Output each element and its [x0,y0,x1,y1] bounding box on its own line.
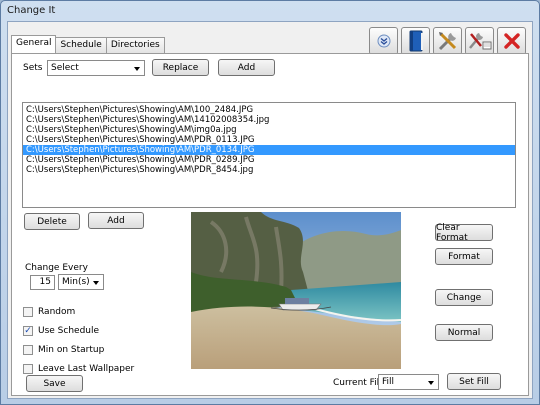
general-panel: Sets Select Replace Add C:\Users\Stephen… [11,53,529,396]
save-button[interactable]: Save [26,375,83,392]
list-item[interactable]: C:\Users\Stephen\Pictures\Showing\AM\PDR… [23,135,515,145]
chevron-down-icon [428,381,434,385]
change-every-label: Change Every [25,263,88,273]
wallpaper-preview [191,212,401,369]
tab-schedule[interactable]: Schedule [55,37,107,53]
settings-tools-button[interactable] [433,27,462,55]
chevron-down-icon [93,281,99,285]
leave-last-wallpaper-checkbox[interactable]: Leave Last Wallpaper [23,364,134,374]
interval-input[interactable]: 15 [30,275,55,290]
list-item[interactable]: C:\Users\Stephen\Pictures\Showing\AM\PDR… [23,155,515,165]
checkbox-box [23,345,33,355]
replace-button[interactable]: Replace [152,59,209,76]
leave-last-wallpaper-label: Leave Last Wallpaper [38,364,135,374]
checkbox-box-checked: ✓ [23,326,33,336]
close-icon [503,33,520,49]
min-on-startup-checkbox[interactable]: Min on Startup [23,345,104,355]
change-button[interactable]: Change [435,289,493,306]
use-schedule-checkbox[interactable]: ✓ Use Schedule [23,326,99,336]
fill-dropdown-value: Fill [382,377,395,387]
format-button[interactable]: Format [435,248,493,265]
interval-unit-value: Min(s) [62,277,90,287]
list-item[interactable]: C:\Users\Stephen\Pictures\Showing\AM\100… [23,105,515,115]
close-button[interactable] [497,27,526,55]
wrench-screwdriver-icon [468,33,491,50]
tab-directories[interactable]: Directories [105,37,165,53]
sets-dropdown-value: Select [51,63,79,73]
list-add-button[interactable]: Add [88,212,144,229]
sets-label: Sets [23,63,43,73]
sets-add-button[interactable]: Add [218,59,275,76]
list-item[interactable]: C:\Users\Stephen\Pictures\Showing\AM\PDR… [23,165,515,175]
current-fill-label: Current Fill [333,378,382,388]
interval-unit-dropdown[interactable]: Min(s) [58,274,104,290]
delete-button[interactable]: Delete [24,213,80,230]
list-item[interactable]: C:\Users\Stephen\Pictures\Showing\AM\img… [23,125,515,135]
client-area: General Schedule Directories Sets Select… [7,21,533,399]
list-item-selected[interactable]: C:\Users\Stephen\Pictures\Showing\AM\PDR… [23,145,515,155]
scroll-down-icon [377,34,390,48]
checkbox-box [23,307,33,317]
random-checkbox[interactable]: Random [23,307,75,317]
set-fill-button[interactable]: Set Fill [447,373,501,390]
chevron-down-icon [134,67,140,71]
toolbar [369,27,526,55]
clear-format-button[interactable]: Clear Format [435,223,493,243]
tab-strip: General Schedule Directories [11,35,165,53]
tab-general[interactable]: General [11,35,57,53]
random-label: Random [38,307,76,317]
tools-icon [438,32,456,51]
checkbox-box [23,364,33,374]
normal-button[interactable]: Normal [435,324,493,341]
app-window: Change It General Schedule Directories S… [0,0,540,405]
options-button[interactable] [465,27,494,55]
list-item[interactable]: C:\Users\Stephen\Pictures\Showing\AM\141… [23,115,515,125]
sets-dropdown[interactable]: Select [47,60,145,76]
scroll-down-button[interactable] [369,27,398,55]
window-title: Change It [7,5,56,16]
fill-dropdown[interactable]: Fill [378,374,439,390]
file-list[interactable]: C:\Users\Stephen\Pictures\Showing\AM\100… [22,102,516,208]
min-on-startup-label: Min on Startup [38,345,105,355]
book-icon [409,30,423,52]
help-book-button[interactable] [401,27,430,55]
use-schedule-label: Use Schedule [38,326,100,336]
